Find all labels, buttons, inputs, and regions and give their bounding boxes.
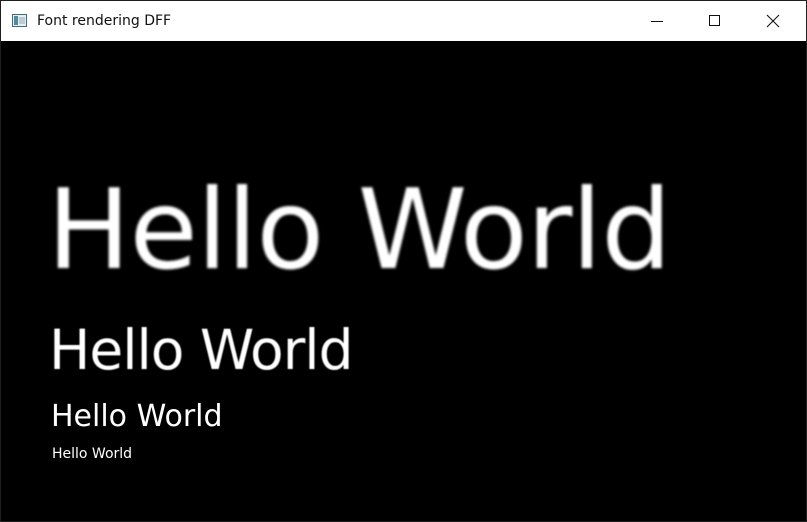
minimize-button[interactable] [628, 1, 686, 41]
hello-world-text-xl: Hello World [47, 166, 672, 295]
hello-world-text-md: Hello World [51, 399, 223, 434]
hello-world-text-lg: Hello World [49, 318, 354, 382]
hello-world-text-sm: Hello World [52, 446, 133, 462]
app-window: Font rendering DFF Hello World Hello Wor… [0, 0, 807, 522]
title-bar[interactable]: Font rendering DFF [1, 1, 806, 41]
close-button[interactable] [744, 1, 802, 41]
maximize-button[interactable] [686, 1, 744, 41]
minimize-icon [651, 21, 663, 22]
app-window-icon [12, 14, 27, 27]
render-canvas: Hello World Hello World Hello World Hell… [1, 41, 806, 521]
close-icon [766, 14, 780, 28]
maximize-icon [709, 15, 720, 26]
window-title: Font rendering DFF [37, 13, 172, 29]
